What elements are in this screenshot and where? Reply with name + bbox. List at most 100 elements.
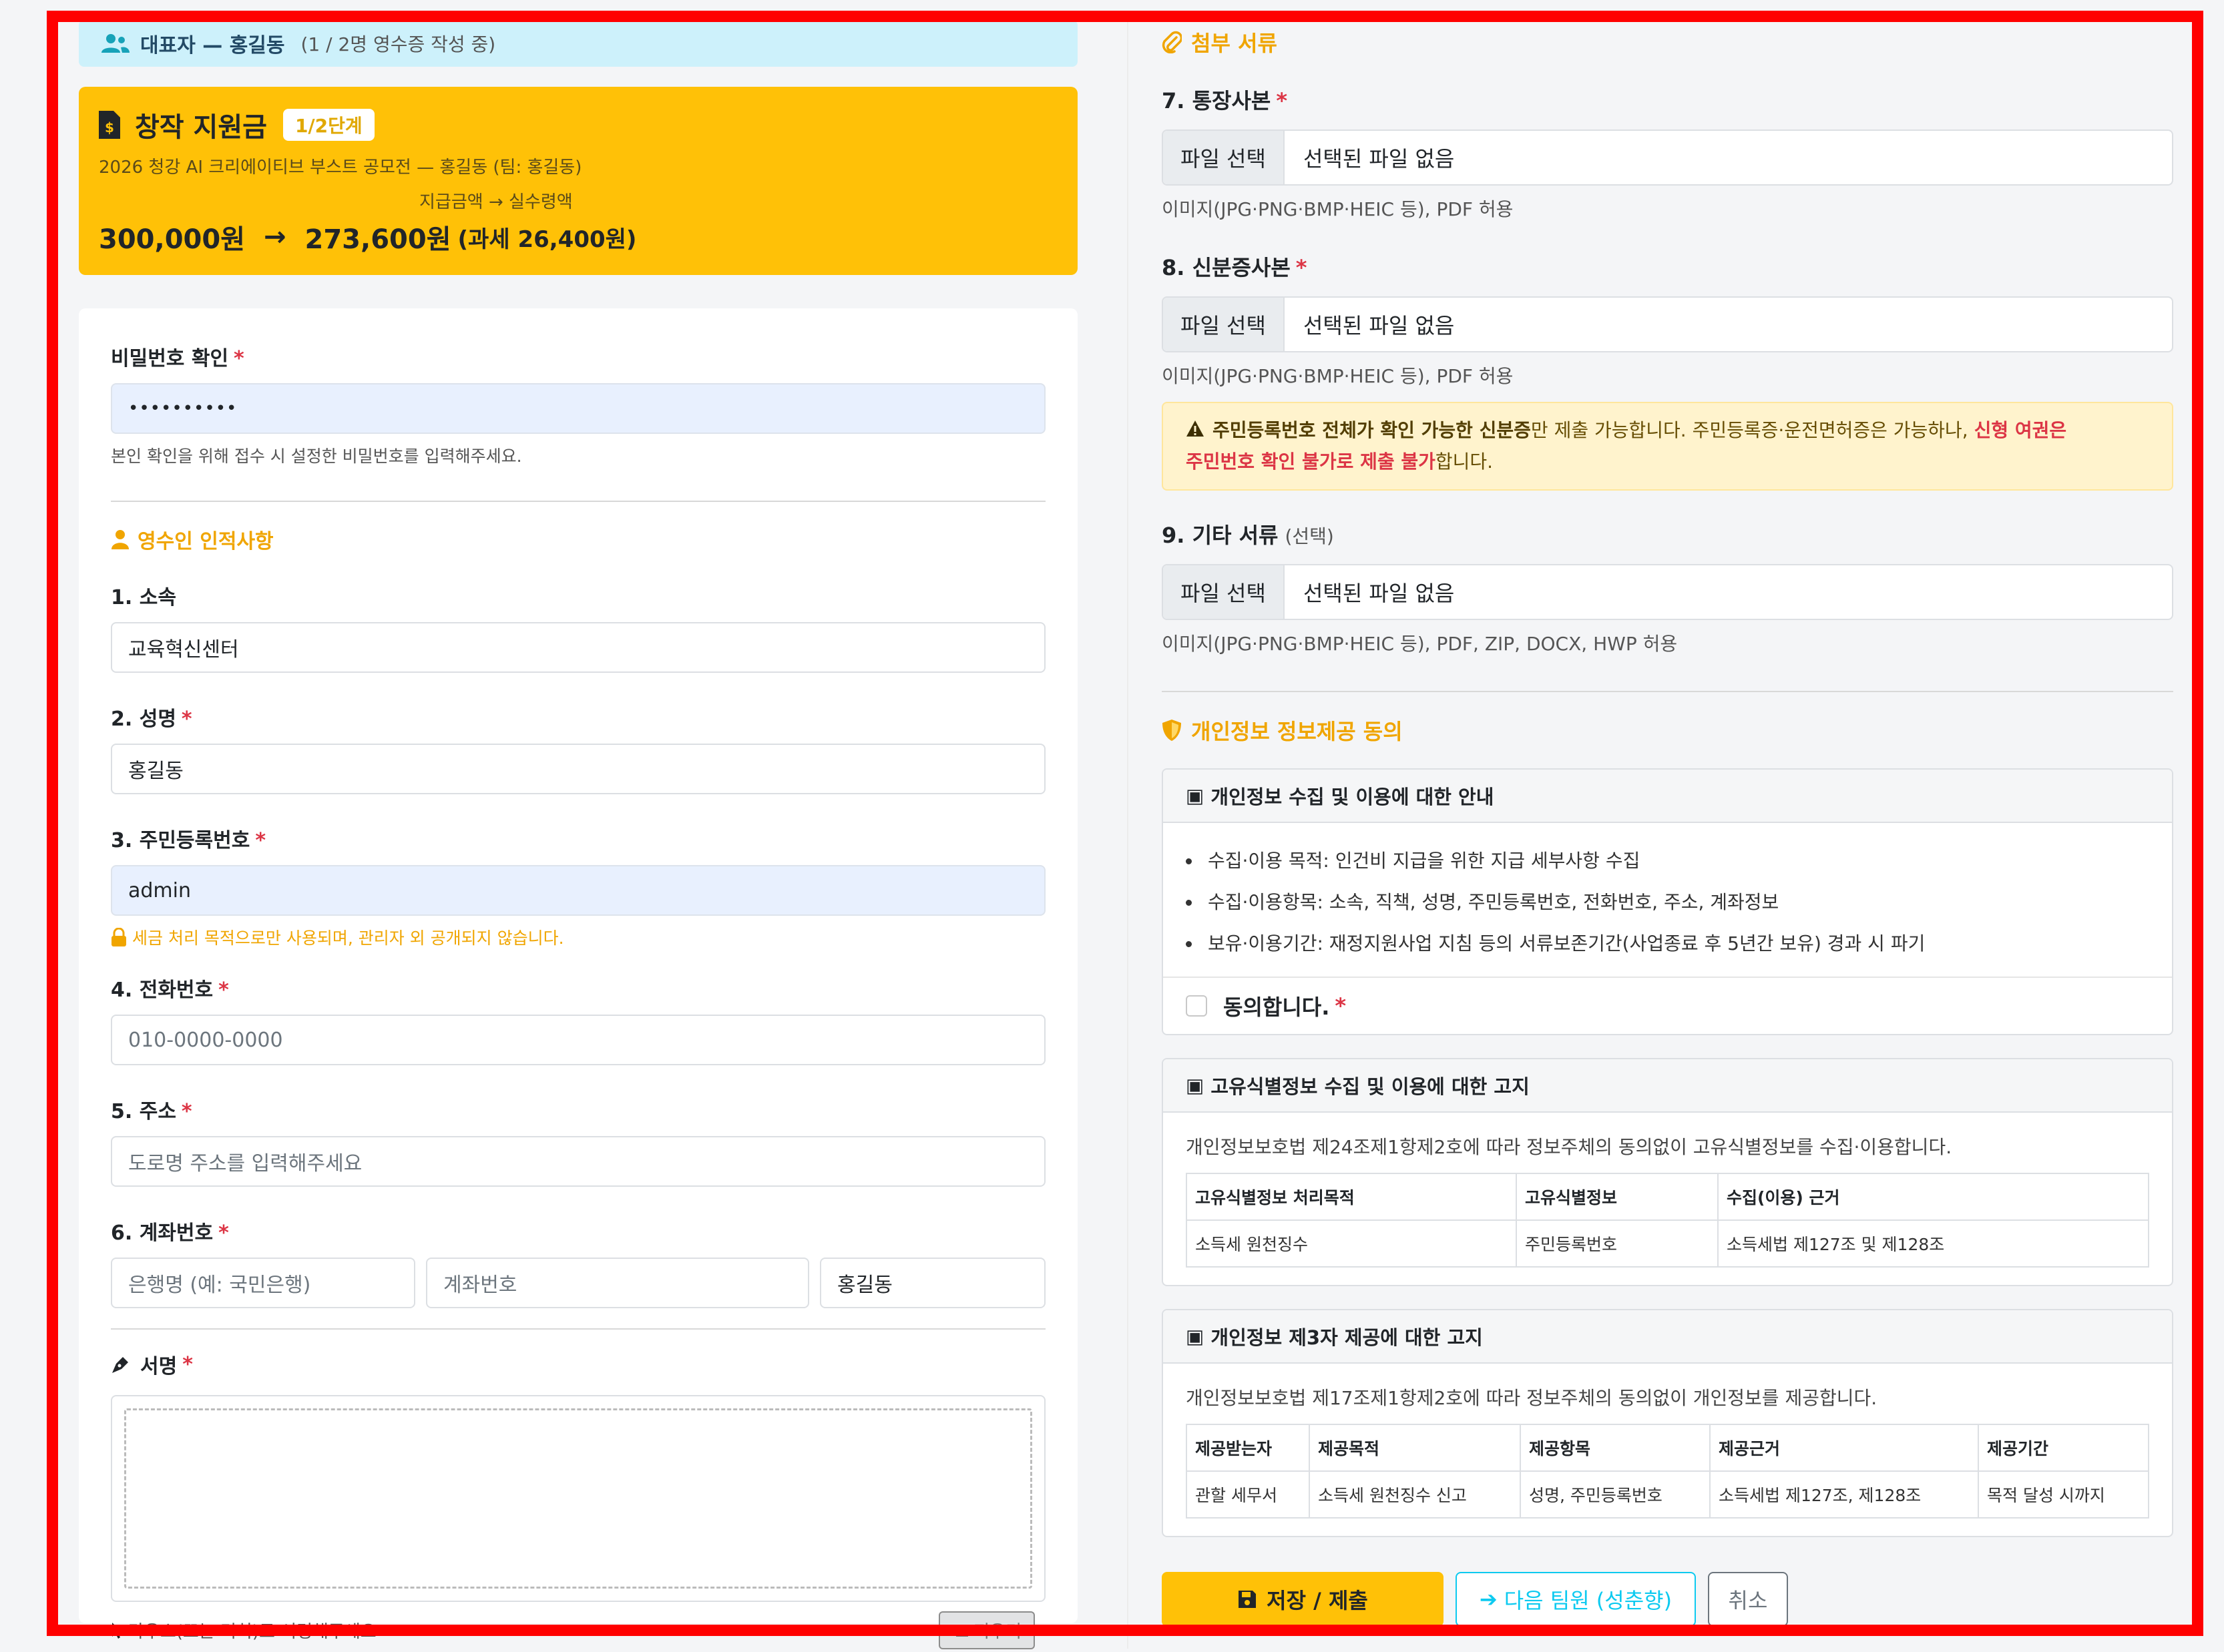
- stage-badge: 1/2단계: [282, 109, 375, 141]
- arrow-icon: →: [264, 222, 286, 252]
- representative-bar: 대표자 — 홍길동 (1 / 2명 영수증 작성 중): [79, 20, 1078, 67]
- invoice-icon: $: [99, 111, 120, 139]
- phone-label: 4. 전화번호 *: [111, 979, 229, 1002]
- affiliation-input[interactable]: 교육혁신센터: [111, 622, 1046, 673]
- unique-id-notice-desc: 개인정보보호법 제24조제1항제2호에 따라 정보주체의 동의없이 고유식별정보…: [1186, 1136, 1952, 1158]
- password-help: 본인 확인을 위해 접수 시 설정한 비밀번호를 입력해주세요.: [111, 447, 522, 466]
- phone-input[interactable]: 010-0000-0000: [111, 1015, 1046, 1065]
- unique-id-table: 고유식별정보 처리목적 고유식별정보 수집(이용) 근거 소득세 원천징수 주민…: [1186, 1173, 2149, 1268]
- collection-notice-list: 수집·이용 목적: 인건비 지급을 위한 지급 세부사항 수집 수집·이용항목:…: [1163, 823, 2172, 977]
- lock-icon: [112, 928, 126, 946]
- save-icon: [1239, 1591, 1257, 1608]
- bankbook-file-input[interactable]: 파일 선택 선택된 파일 없음: [1162, 129, 2173, 186]
- id-copy-file-button[interactable]: 파일 선택: [1163, 298, 1285, 351]
- bankbook-file-button[interactable]: 파일 선택: [1163, 131, 1285, 184]
- third-party-notice-desc: 개인정보보호법 제17조제1항제2호에 따라 정보주체의 동의없이 개인정보를 …: [1186, 1387, 1877, 1409]
- other-file-name: 선택된 파일 없음: [1303, 581, 1455, 606]
- bankbook-label: 7. 통장사본 *: [1162, 88, 1288, 113]
- table-header-row: 고유식별정보 처리목적 고유식별정보 수집(이용) 근거: [1186, 1173, 2149, 1221]
- id-copy-file-input[interactable]: 파일 선택 선택된 파일 없음: [1162, 296, 2173, 352]
- grant-subtitle: 2026 청강 AI 크리에이티브 부스트 공모전 — 홍길동 (팀: 홍길동): [99, 158, 582, 178]
- grant-title: 창작 지원금: [135, 112, 267, 143]
- unique-id-notice-box: ▣ 고유식별정보 수집 및 이용에 대한 고지 개인정보보호법 제24조제1항제2…: [1162, 1058, 2173, 1286]
- name-label: 2. 성명 *: [111, 708, 192, 731]
- rrn-label: 3. 주민등록번호 *: [111, 829, 266, 852]
- amount-line: 300,000원 → 273,600원 (과세 26,400원): [99, 218, 636, 256]
- other-file-input[interactable]: 파일 선택 선택된 파일 없음: [1162, 564, 2173, 620]
- list-item: 보유·이용기간: 재정지원사업 지침 등의 서류보존기간(사업종료 후 5년간 …: [1186, 923, 2149, 965]
- signature-pad[interactable]: [111, 1395, 1046, 1602]
- table-row: 관할 세무서 소득세 원천징수 신고 성명, 주민등록번호 소득세법 제127조…: [1186, 1470, 2149, 1519]
- account-holder-input[interactable]: 홍길동: [820, 1258, 1046, 1308]
- grant-summary-card: $ 창작 지원금 1/2단계 2026 청강 AI 크리에이티브 부스트 공모전…: [79, 87, 1078, 275]
- users-icon: [101, 34, 130, 53]
- id-copy-help: 이미지(JPG·PNG·BMP·HEIC 등), PDF 허용: [1162, 365, 1514, 387]
- required-mark: *: [234, 347, 244, 370]
- third-party-table: 제공받는자 제공목적 제공항목 제공근거 제공기간 관할 세무서 소득세 원천징…: [1186, 1424, 2149, 1519]
- pointer-icon: [112, 1622, 122, 1639]
- other-file-button[interactable]: 파일 선택: [1163, 565, 1285, 619]
- receipt-form-card: 비밀번호 확인 * •••••••••• 본인 확인을 위해 접수 시 설정한 비…: [79, 308, 1078, 1649]
- address-label: 5. 주소 *: [111, 1100, 192, 1123]
- next-member-button[interactable]: ➔ 다음 팀원 (성춘향): [1456, 1572, 1696, 1627]
- signature-footer: 마우스(또는 터치)로 서명해주세요 지우기: [111, 1611, 1046, 1649]
- divider: [111, 1328, 1046, 1330]
- arrow-right-icon: ➔: [1479, 1587, 1498, 1612]
- signature-hint: 마우스(또는 터치)로 서명해주세요: [111, 1618, 377, 1643]
- rrn-input[interactable]: admin: [111, 865, 1046, 916]
- privacy-section-title: 개인정보 정보제공 동의: [1162, 715, 2173, 746]
- amount-label: 지급금액 → 실수령액: [419, 192, 573, 212]
- id-warning-alert: 주민등록번호 전체가 확인 가능한 신분증만 제출 가능합니다. 주민등록증·운…: [1162, 402, 2173, 491]
- unique-id-notice-title: ▣ 고유식별정보 수집 및 이용에 대한 고지: [1163, 1059, 2172, 1113]
- warning-icon: [1186, 416, 1204, 447]
- account-number-input[interactable]: 계좌번호: [426, 1258, 809, 1308]
- collection-notice-box: ▣ 개인정보 수집 및 이용에 대한 안내 수집·이용 목적: 인건비 지급을 위…: [1162, 768, 2173, 1035]
- name-input[interactable]: 홍길동: [111, 744, 1046, 794]
- cancel-button[interactable]: 취소: [1708, 1572, 1788, 1627]
- list-item: 수집·이용항목: 소속, 직책, 성명, 주민등록번호, 전화번호, 주소, 계…: [1186, 882, 2149, 923]
- id-copy-label: 8. 신분증사본 *: [1162, 255, 1307, 280]
- clear-signature-button[interactable]: 지우기: [939, 1611, 1035, 1649]
- shield-icon: [1162, 720, 1181, 741]
- user-icon: [112, 530, 129, 549]
- svg-text:$: $: [105, 119, 114, 135]
- password-label: 비밀번호 확인 *: [111, 347, 244, 370]
- save-submit-button[interactable]: 저장 / 제출: [1162, 1572, 1443, 1627]
- third-party-notice-title: ▣ 개인정보 제3자 제공에 대한 고지: [1163, 1310, 2172, 1364]
- id-copy-file-name: 선택된 파일 없음: [1303, 313, 1455, 338]
- signature-label: 서명 *: [111, 1350, 1046, 1379]
- signature-canvas[interactable]: [124, 1408, 1032, 1589]
- affiliation-label: 1. 소속: [111, 586, 176, 609]
- representative-name: 대표자 — 홍길동: [140, 34, 285, 57]
- gross-amount: 300,000원: [99, 224, 245, 255]
- receipt-progress: (1 / 2명 영수증 작성 중): [300, 33, 496, 55]
- attachments-section-title: 첨부 서류: [1162, 27, 2173, 57]
- agree-label: 동의합니다.: [1223, 995, 1330, 1020]
- tax-amount: (과세 26,400원): [457, 226, 637, 253]
- agree-row: 동의합니다. *: [1163, 977, 2172, 1034]
- other-help: 이미지(JPG·PNG·BMP·HEIC 등), PDF, ZIP, DOCX,…: [1162, 633, 1678, 655]
- rrn-notice: 세금 처리 목적으로만 사용되며, 관리자 외 공개되지 않습니다.: [111, 925, 1046, 949]
- bankbook-help: 이미지(JPG·PNG·BMP·HEIC 등), PDF 허용: [1162, 198, 1514, 220]
- left-column: 대표자 — 홍길동 (1 / 2명 영수증 작성 중) $ 창작 지원금 1/2…: [79, 20, 1078, 1649]
- column-divider: [1127, 20, 1128, 1649]
- eraser-icon: [953, 1624, 969, 1637]
- form-actions: 저장 / 제출 ➔ 다음 팀원 (성춘향) 취소: [1162, 1572, 2173, 1627]
- bank-name-input[interactable]: 은행명 (예: 국민은행): [111, 1258, 415, 1308]
- table-row: 소득세 원천징수 주민등록번호 소득세법 제127조 및 제128조: [1186, 1219, 2149, 1268]
- account-label: 6. 계좌번호 *: [111, 1221, 229, 1245]
- right-column: 첨부 서류 7. 통장사본 * 파일 선택 선택된 파일 없음 이미지(JPG·P…: [1162, 27, 2173, 1627]
- recipient-section-title: 영수인 인적사항: [111, 525, 1046, 554]
- table-header-row: 제공받는자 제공목적 제공항목 제공근거 제공기간: [1186, 1424, 2149, 1472]
- list-item: 수집·이용 목적: 인건비 지급을 위한 지급 세부사항 수집: [1186, 840, 2149, 882]
- pen-nib-icon: [112, 1357, 128, 1373]
- bankbook-file-name: 선택된 파일 없음: [1303, 146, 1455, 172]
- paperclip-icon: [1162, 31, 1182, 53]
- address-input[interactable]: 도로명 주소를 입력해주세요: [111, 1136, 1046, 1187]
- third-party-notice-box: ▣ 개인정보 제3자 제공에 대한 고지 개인정보보호법 제17조제1항제2호에 …: [1162, 1309, 2173, 1537]
- other-docs-label: 9. 기타 서류 (선택): [1162, 523, 1334, 548]
- divider: [111, 501, 1046, 502]
- net-amount: 273,600원: [304, 224, 451, 255]
- password-input[interactable]: ••••••••••: [111, 383, 1046, 434]
- agree-checkbox[interactable]: [1186, 995, 1207, 1017]
